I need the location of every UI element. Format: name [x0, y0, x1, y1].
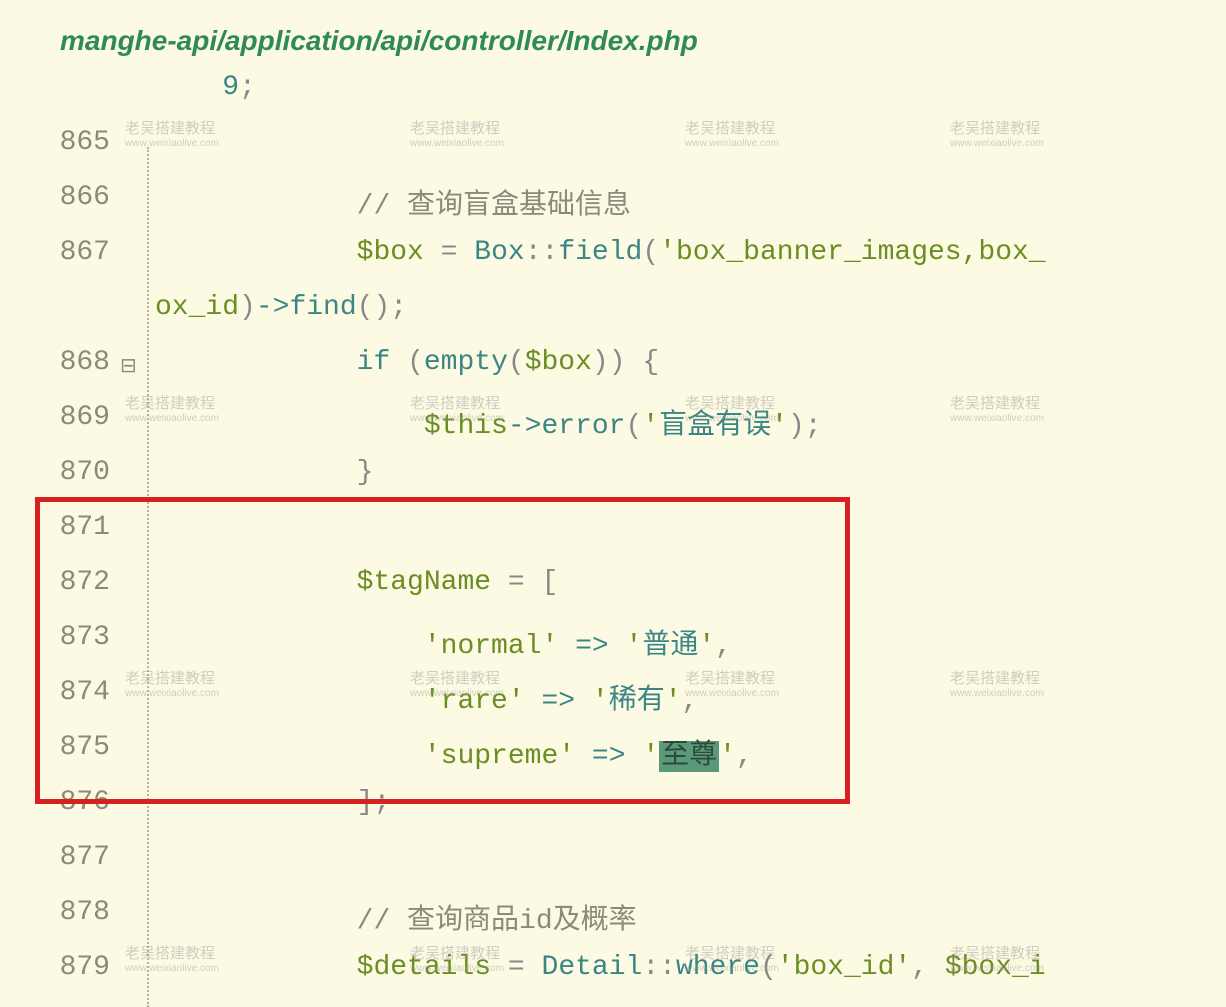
line-number: 878: [50, 897, 120, 928]
line-number: 870: [50, 457, 120, 488]
fold-collapse-icon[interactable]: ⊟: [120, 356, 137, 379]
code-line[interactable]: 876 ];: [50, 787, 1226, 842]
code-content[interactable]: $tagName = [: [145, 567, 558, 598]
code-line[interactable]: 872 $tagName = [: [50, 567, 1226, 622]
line-number: 876: [50, 787, 120, 818]
line-number: 865: [50, 127, 120, 158]
code-content[interactable]: 'normal' => '普通',: [145, 622, 732, 662]
code-line[interactable]: 874 'rare' => '稀有',: [50, 677, 1226, 732]
code-line[interactable]: 879 $details = Detail::where('box_id', $…: [50, 952, 1226, 1007]
code-content[interactable]: // 查询商品id及概率: [145, 897, 637, 937]
code-line[interactable]: ox_id)->find();: [50, 292, 1226, 347]
line-number: 869: [50, 402, 120, 433]
code-line[interactable]: 877: [50, 842, 1226, 897]
code-content[interactable]: 'supreme' => '至尊',: [145, 732, 753, 772]
line-number: 874: [50, 677, 120, 708]
code-content[interactable]: // 查询盲盒基础信息: [145, 182, 631, 222]
code-line[interactable]: 878 // 查询商品id及概率: [50, 897, 1226, 952]
code-line[interactable]: 865: [50, 127, 1226, 182]
line-number: 873: [50, 622, 120, 653]
code-content[interactable]: if (empty($box)) {: [145, 347, 659, 378]
code-content[interactable]: ];: [145, 787, 390, 818]
line-number: 872: [50, 567, 120, 598]
code-line[interactable]: 875 'supreme' => '至尊',: [50, 732, 1226, 787]
fold-gutter[interactable]: ⊟: [120, 347, 145, 378]
code-content[interactable]: }: [145, 457, 373, 488]
line-number: 868: [50, 347, 120, 378]
code-content[interactable]: 'rare' => '稀有',: [145, 677, 698, 717]
code-line[interactable]: 9;: [50, 72, 1226, 127]
code-line[interactable]: 868⊟ if (empty($box)) {: [50, 347, 1226, 402]
code-line[interactable]: 867 $box = Box::field('box_banner_images…: [50, 237, 1226, 292]
code-content[interactable]: 9;: [145, 72, 256, 103]
code-content[interactable]: $box = Box::field('box_banner_images,box…: [145, 237, 1046, 268]
code-line[interactable]: 866 // 查询盲盒基础信息: [50, 182, 1226, 237]
line-number: 877: [50, 842, 120, 873]
line-number: 871: [50, 512, 120, 543]
line-number: 875: [50, 732, 120, 763]
code-line[interactable]: 873 'normal' => '普通',: [50, 622, 1226, 677]
code-content[interactable]: ox_id)->find();: [145, 292, 407, 323]
code-editor[interactable]: 9;865866 // 查询盲盒基础信息867 $box = Box::fiel…: [0, 72, 1226, 1007]
code-line[interactable]: 871: [50, 512, 1226, 567]
code-line[interactable]: 869 $this->error('盲盒有误');: [50, 402, 1226, 457]
file-path-header: manghe-api/application/api/controller/In…: [0, 0, 1226, 72]
line-number: 866: [50, 182, 120, 213]
code-content[interactable]: $this->error('盲盒有误');: [145, 402, 822, 442]
line-number: 867: [50, 237, 120, 268]
code-line[interactable]: 870 }: [50, 457, 1226, 512]
code-content[interactable]: $details = Detail::where('box_id', $box_…: [145, 952, 1046, 983]
line-number: 879: [50, 952, 120, 983]
